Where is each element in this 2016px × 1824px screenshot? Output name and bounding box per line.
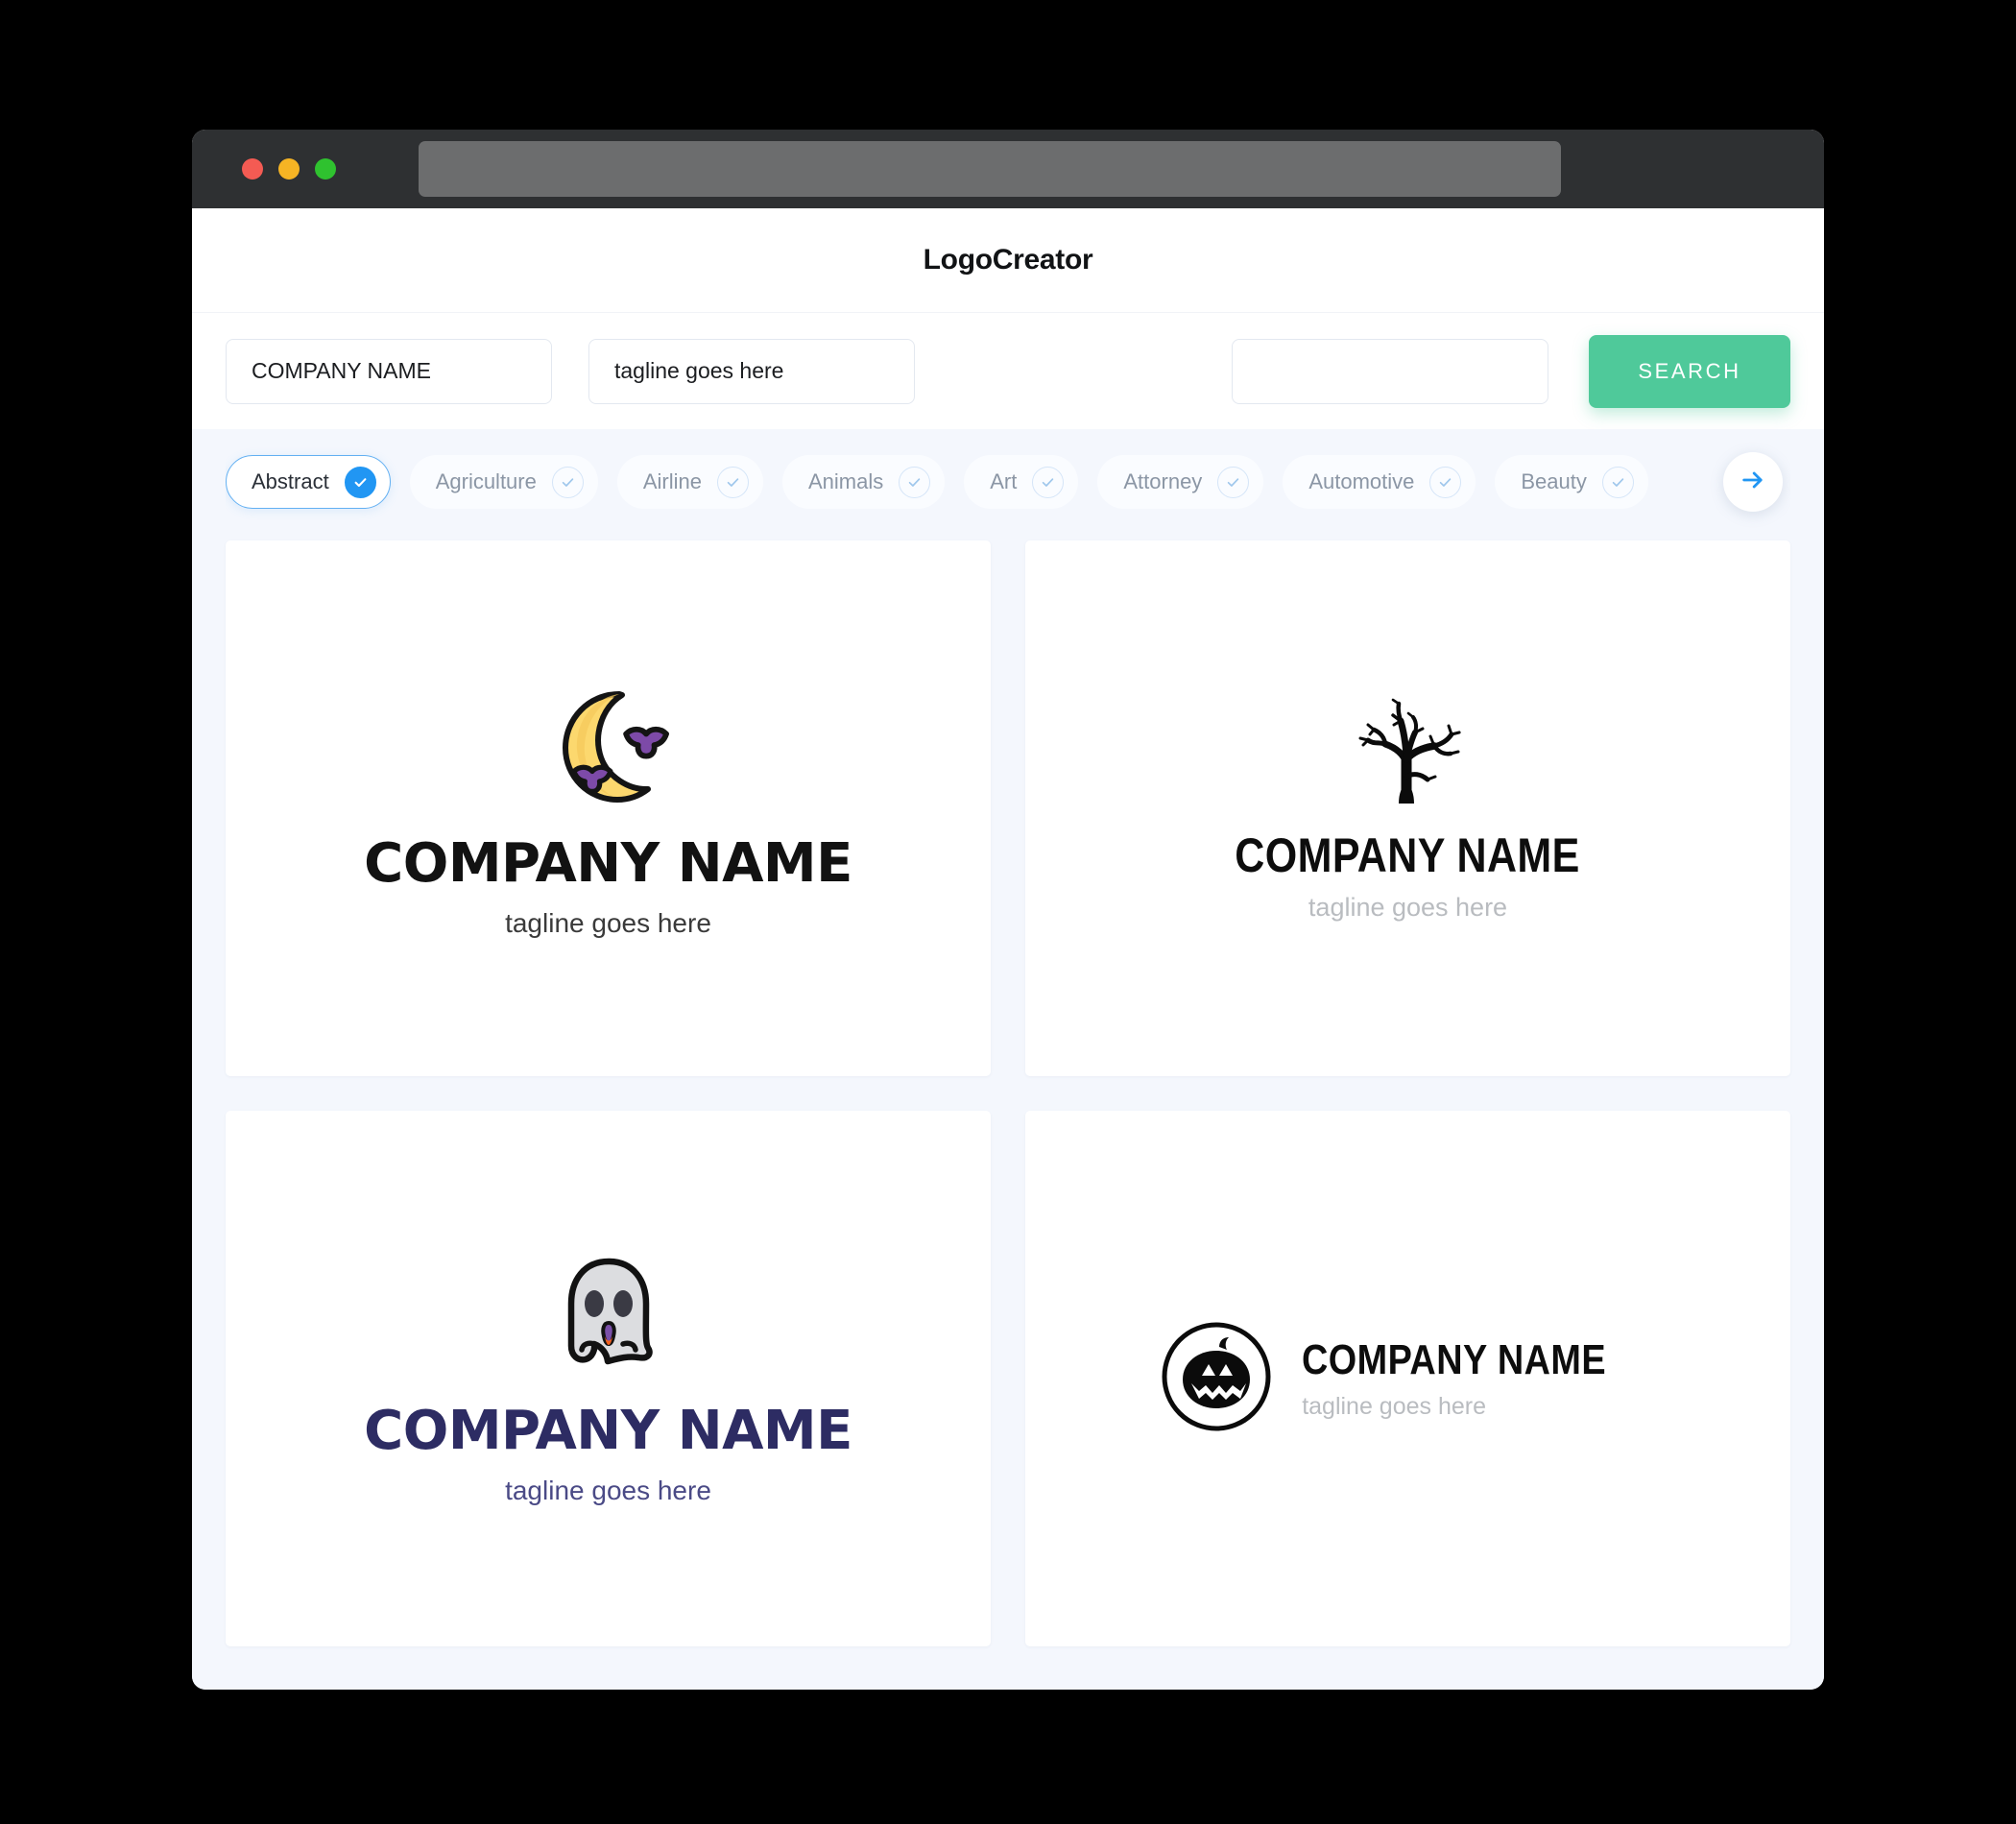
tagline-input[interactable] [588,338,915,404]
jack-o-lantern-icon [1160,1320,1273,1438]
logo-tagline: tagline goes here [1308,893,1508,922]
company-name-input[interactable] [226,338,552,404]
category-chip-label: Airline [642,469,702,493]
logo-tagline: tagline goes here [505,907,711,938]
category-chip-automotive[interactable]: Automotive [1283,455,1476,509]
category-chip-label: Abstract [252,469,329,493]
browser-window: LogoCreator SEARCH Abstract Agriculture [192,130,1824,1690]
crescent-moon-with-bats-icon [537,681,681,810]
app-title: LogoCreator [923,244,1093,276]
category-chip-beauty[interactable]: Beauty [1495,455,1648,509]
check-circle-icon [1032,466,1065,498]
logo-company-name: COMPANY NAME [1302,1335,1607,1383]
minimize-window-button[interactable] [278,158,300,180]
logo-card[interactable]: COMPANY NAME tagline goes here [1025,1111,1790,1646]
ghost-icon [552,1254,665,1376]
category-chip-label: Art [990,469,1018,493]
logo-company-name: COMPANY NAME [364,1399,852,1462]
category-chip-label: Animals [808,469,884,493]
traffic-lights [242,158,336,180]
search-toolbar: SEARCH [192,312,1824,429]
logo-company-name: COMPANY NAME [1235,828,1581,882]
category-chip-label: Agriculture [435,469,537,493]
browser-address-bar[interactable] [419,141,1561,197]
check-circle-icon [344,466,376,498]
search-button[interactable]: SEARCH [1589,334,1790,408]
logo-tagline: tagline goes here [1302,1392,1486,1420]
logo-card[interactable]: COMPANY NAME tagline goes here [226,540,991,1076]
logo-tagline: tagline goes here [505,1475,711,1505]
logo-card[interactable]: COMPANY NAME tagline goes here [1025,540,1790,1076]
check-circle-icon [551,466,584,498]
logo-company-name: COMPANY NAME [364,831,852,895]
category-chip-art[interactable]: Art [964,455,1079,509]
check-circle-icon [1429,466,1462,498]
category-chip-label: Automotive [1308,469,1415,493]
arrow-right-icon [1740,467,1766,498]
logo-results-grid: COMPANY NAME tagline goes here COMPANY N… [226,535,1790,1646]
category-chip-agriculture[interactable]: Agriculture [409,455,598,509]
category-chip-animals[interactable]: Animals [782,455,946,509]
category-chip-airline[interactable]: Airline [616,455,763,509]
check-circle-icon [899,466,931,498]
bare-tree-icon [1346,696,1471,809]
category-chip-label: Attorney [1123,469,1203,493]
category-chip-label: Beauty [1521,469,1587,493]
next-categories-button[interactable] [1723,452,1783,512]
keyword-input[interactable] [1232,338,1548,404]
category-filter-bar: Abstract Agriculture Airline Animals Art… [226,429,1790,535]
logo-card[interactable]: COMPANY NAME tagline goes here [226,1111,991,1646]
browser-titlebar [192,130,1824,208]
check-circle-icon [1217,466,1250,498]
maximize-window-button[interactable] [315,158,336,180]
results-area: Abstract Agriculture Airline Animals Art… [192,429,1824,1690]
app-header: LogoCreator [192,208,1824,312]
check-circle-icon [1601,466,1634,498]
close-window-button[interactable] [242,158,263,180]
check-circle-icon [717,466,749,498]
category-chip-abstract[interactable]: Abstract [226,455,391,509]
category-chip-attorney[interactable]: Attorney [1097,455,1264,509]
